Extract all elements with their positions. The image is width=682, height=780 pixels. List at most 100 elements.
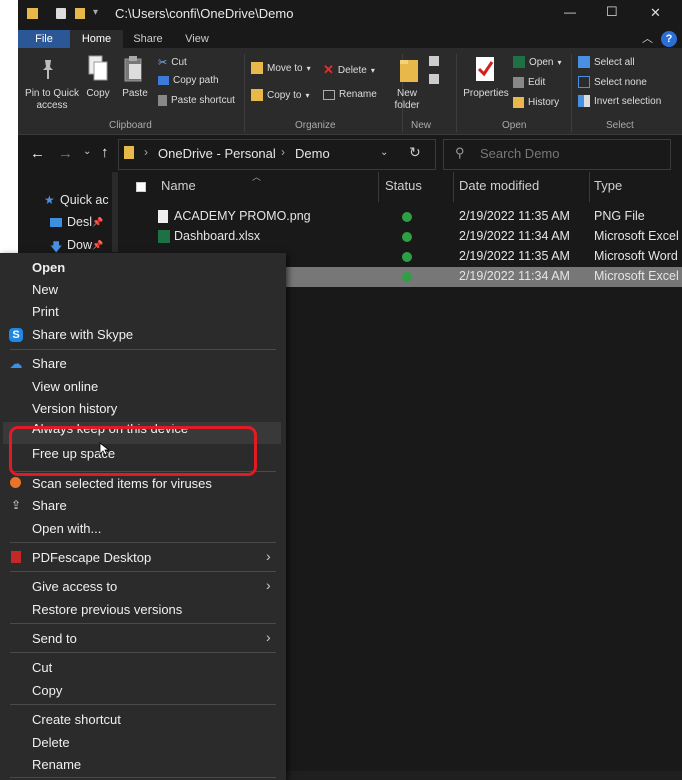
new-folder-icon: [398, 56, 422, 87]
highlight-annotation-box: [9, 426, 257, 476]
breadcrumb-separator-icon[interactable]: ›: [144, 145, 148, 159]
column-divider[interactable]: [453, 172, 454, 202]
paste-icon: [123, 54, 145, 87]
delete-button[interactable]: ✕ Delete ▾: [323, 62, 375, 78]
menu-item-onedrive-share[interactable]: Share: [32, 356, 67, 371]
nav-item-quick-access[interactable]: Quick ac: [60, 193, 109, 207]
minimize-button[interactable]: —: [564, 5, 576, 19]
quick-access-star-icon: ★: [44, 193, 55, 207]
column-divider[interactable]: [589, 172, 590, 202]
menu-item-send-to[interactable]: Send to: [32, 631, 77, 646]
submenu-chevron-right-icon: ›: [266, 629, 271, 645]
menu-item-open-with[interactable]: Open with...: [32, 521, 101, 536]
tab-view[interactable]: View: [173, 30, 221, 48]
close-button[interactable]: ✕: [650, 5, 661, 21]
refresh-icon[interactable]: ↻: [409, 144, 421, 161]
history-button[interactable]: History: [513, 97, 559, 108]
help-button[interactable]: ?: [661, 31, 677, 47]
breadcrumb-onedrive[interactable]: OneDrive - Personal: [158, 146, 276, 161]
menu-item-copy[interactable]: Copy: [32, 683, 62, 698]
copy-button[interactable]: Copy: [81, 88, 115, 100]
select-none-button[interactable]: Select none: [578, 76, 647, 88]
pin-icon: 📌: [92, 217, 104, 227]
copy-path-button[interactable]: Copy path: [158, 75, 219, 86]
menu-item-pdfescape-desktop[interactable]: PDFescape Desktop: [32, 550, 151, 565]
forward-arrow-icon[interactable]: →: [58, 145, 73, 162]
menu-item-share-with-skype[interactable]: Share with Skype: [32, 327, 133, 342]
pin-to-quick-access-button[interactable]: Pin to Quick access: [22, 88, 82, 112]
column-header-date-modified[interactable]: Date modified: [459, 178, 539, 193]
new-folder-quick-icon[interactable]: [75, 8, 85, 19]
nav-item-downloads[interactable]: Dow: [67, 238, 92, 252]
properties-button[interactable]: Properties: [461, 88, 511, 100]
nav-pane-scrollbar[interactable]: [112, 172, 118, 252]
breadcrumb-demo[interactable]: Demo: [295, 146, 330, 161]
window-title-path: C:\Users\confi\OneDrive\Demo: [115, 6, 294, 21]
back-arrow-icon[interactable]: ←: [30, 145, 45, 162]
tab-share[interactable]: Share: [123, 30, 173, 48]
select-all-button[interactable]: Select all: [578, 56, 635, 68]
scissors-icon: ✂: [158, 57, 168, 69]
edit-button[interactable]: Edit: [513, 77, 545, 88]
copy-path-icon: [158, 76, 169, 85]
move-to-button[interactable]: Move to ▾: [251, 62, 311, 74]
desktop-icon: [50, 218, 62, 227]
customize-quick-access-icon[interactable]: ▾: [93, 7, 98, 18]
menu-item-open[interactable]: Open: [32, 260, 65, 275]
easy-access-icon[interactable]: [429, 74, 439, 84]
file-name: Dashboard.xlsx: [174, 229, 261, 243]
rename-button[interactable]: Rename: [323, 89, 377, 100]
menu-item-print[interactable]: Print: [32, 304, 59, 319]
menu-item-restore-previous-versions[interactable]: Restore previous versions: [32, 602, 182, 617]
invert-selection-button[interactable]: Invert selection: [578, 95, 661, 107]
open-group-label: Open: [502, 120, 527, 131]
menu-item-new[interactable]: New: [32, 282, 58, 297]
select-all-checkbox[interactable]: [136, 182, 146, 192]
column-header-status[interactable]: Status: [385, 178, 422, 193]
breadcrumb-separator-icon[interactable]: ›: [281, 145, 285, 159]
menu-item-share[interactable]: Share: [32, 498, 67, 513]
skype-icon: S: [9, 328, 23, 342]
organize-group-label: Organize: [295, 120, 336, 131]
menu-item-version-history[interactable]: Version history: [32, 401, 117, 416]
menu-item-delete[interactable]: Delete: [32, 735, 70, 750]
tab-home[interactable]: Home: [70, 30, 123, 48]
open-excel-icon: [513, 56, 525, 68]
address-dropdown-chevron-icon[interactable]: ⌄: [380, 147, 388, 158]
file-type: PNG File: [594, 209, 645, 223]
menu-item-cut[interactable]: Cut: [32, 660, 52, 675]
cut-button[interactable]: ✂ Cut: [158, 56, 187, 69]
properties-quick-icon[interactable]: [56, 8, 66, 19]
menu-item-create-shortcut[interactable]: Create shortcut: [32, 712, 121, 727]
copy-to-button[interactable]: Copy to ▾: [251, 89, 309, 101]
open-label: Open: [529, 56, 554, 68]
copy-to-icon: [251, 89, 263, 101]
nav-item-desktop[interactable]: Desl: [67, 215, 92, 229]
new-folder-button[interactable]: New folder: [390, 88, 424, 112]
tab-file[interactable]: File: [18, 30, 70, 48]
move-to-label: Move to: [267, 62, 303, 74]
menu-separator: [10, 704, 276, 705]
maximize-button[interactable]: ☐: [606, 4, 618, 20]
rename-icon: [323, 89, 335, 100]
menu-item-give-access-to[interactable]: Give access to: [32, 579, 117, 594]
synced-status-icon: [402, 232, 412, 242]
column-header-type[interactable]: Type: [594, 178, 622, 193]
column-header-name[interactable]: Name: [161, 178, 196, 193]
paste-button[interactable]: Paste: [118, 88, 152, 100]
sort-up-chevron-icon: ︿: [252, 172, 262, 182]
collapse-ribbon-icon[interactable]: ︿: [642, 30, 653, 46]
menu-item-view-online[interactable]: View online: [32, 379, 98, 394]
up-arrow-icon[interactable]: ↑: [101, 144, 109, 161]
file-row[interactable]: Dashboard.xlsx 2/19/2022 11:34 AM Micros…: [138, 227, 682, 247]
file-row[interactable]: ACADEMY PROMO.png 2/19/2022 11:35 AM PNG…: [138, 207, 682, 227]
folder-icon: [27, 8, 38, 19]
paste-shortcut-button[interactable]: Paste shortcut: [158, 95, 235, 106]
open-button[interactable]: Open ▾: [513, 56, 561, 68]
menu-item-scan-for-viruses[interactable]: Scan selected items for viruses: [32, 476, 212, 491]
menu-item-rename[interactable]: Rename: [32, 757, 81, 772]
title-bar: ▾ C:\Users\confi\OneDrive\Demo — ☐ ✕: [18, 0, 682, 30]
new-item-icon[interactable]: [429, 56, 439, 66]
recent-locations-chevron-icon[interactable]: ⌄: [83, 146, 91, 157]
column-divider[interactable]: [378, 172, 379, 202]
